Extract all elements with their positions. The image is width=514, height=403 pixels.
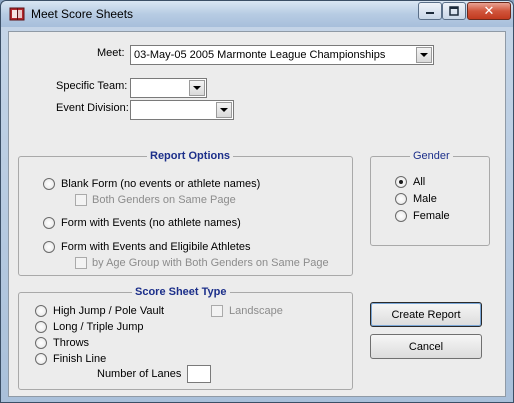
- meet-select[interactable]: 03-May-05 2005 Marmonte League Champions…: [130, 45, 434, 65]
- form-with-athletes-label: Form with Events and Eligibile Athletes: [61, 241, 251, 253]
- chevron-down-icon: [193, 86, 201, 90]
- gender-all-label: All: [413, 176, 426, 188]
- maximize-icon: [449, 6, 459, 16]
- blank-form-radio[interactable]: [43, 178, 55, 190]
- lanes-input[interactable]: [187, 365, 211, 383]
- chevron-down-icon: [420, 53, 428, 57]
- team-label: Specific Team:: [56, 80, 128, 92]
- gender-female-radio[interactable]: [395, 210, 407, 222]
- title-bar[interactable]: Meet Score Sheets ✕: [1, 1, 513, 27]
- score-sheet-book-icon: [9, 7, 25, 21]
- meet-select-value: 03-May-05 2005 Marmonte League Champions…: [134, 49, 386, 61]
- both-genders-checkbox[interactable]: [75, 194, 87, 206]
- form-with-events-radio[interactable]: [43, 217, 55, 229]
- gender-all-radio[interactable]: [395, 176, 407, 188]
- division-label: Event Division:: [56, 102, 129, 114]
- form-with-athletes-radio[interactable]: [43, 241, 55, 253]
- create-report-button[interactable]: Create Report: [370, 302, 482, 327]
- landscape-label: Landscape: [229, 305, 283, 317]
- close-icon: ✕: [483, 3, 495, 18]
- report-options-legend: Report Options: [147, 150, 234, 162]
- dialog-body: Meet: 03-May-05 2005 Marmonte League Cha…: [8, 31, 506, 397]
- gender-male-label: Male: [413, 193, 437, 205]
- meet-label: Meet:: [97, 47, 125, 59]
- gender-female-label: Female: [413, 210, 450, 222]
- cancel-button[interactable]: Cancel: [370, 334, 482, 359]
- team-select[interactable]: [130, 78, 207, 98]
- meet-dropdown-button[interactable]: [416, 47, 432, 63]
- high-jump-label: High Jump / Pole Vault: [53, 305, 165, 317]
- chevron-down-icon: [220, 108, 228, 112]
- throws-label: Throws: [53, 337, 90, 349]
- throws-radio[interactable]: [35, 337, 47, 349]
- blank-form-label: Blank Form (no events or athlete names): [61, 178, 261, 190]
- high-jump-radio[interactable]: [35, 305, 47, 317]
- form-with-events-label: Form with Events (no athlete names): [61, 217, 241, 229]
- maximize-button[interactable]: [442, 2, 466, 20]
- long-jump-radio[interactable]: [35, 321, 47, 333]
- by-age-group-checkbox[interactable]: [75, 257, 87, 269]
- score-sheet-type-group: Score Sheet Type High Jump / Pole Vault …: [18, 286, 353, 390]
- gender-legend: Gender: [410, 150, 453, 162]
- minimize-icon: [426, 12, 434, 14]
- report-options-group: Report Options Blank Form (no events or …: [18, 150, 353, 276]
- window-title: Meet Score Sheets: [31, 7, 134, 21]
- landscape-checkbox[interactable]: [211, 305, 223, 317]
- meet-score-sheets-window: Meet Score Sheets ✕ Meet: 03-May-05 2005…: [0, 0, 514, 403]
- team-dropdown-button[interactable]: [189, 80, 205, 96]
- finish-line-label: Finish Line: [53, 353, 107, 365]
- long-jump-label: Long / Triple Jump: [53, 321, 144, 333]
- gender-male-radio[interactable]: [395, 193, 407, 205]
- both-genders-label: Both Genders on Same Page: [92, 194, 236, 206]
- score-sheet-type-legend: Score Sheet Type: [132, 286, 230, 298]
- close-button[interactable]: ✕: [467, 2, 511, 20]
- minimize-button[interactable]: [418, 2, 442, 20]
- by-age-group-label: by Age Group with Both Genders on Same P…: [92, 257, 329, 269]
- division-select[interactable]: [130, 100, 234, 120]
- finish-line-radio[interactable]: [35, 353, 47, 365]
- gender-group: Gender All Male Female: [370, 150, 490, 246]
- lanes-label: Number of Lanes: [97, 368, 182, 380]
- division-dropdown-button[interactable]: [216, 102, 232, 118]
